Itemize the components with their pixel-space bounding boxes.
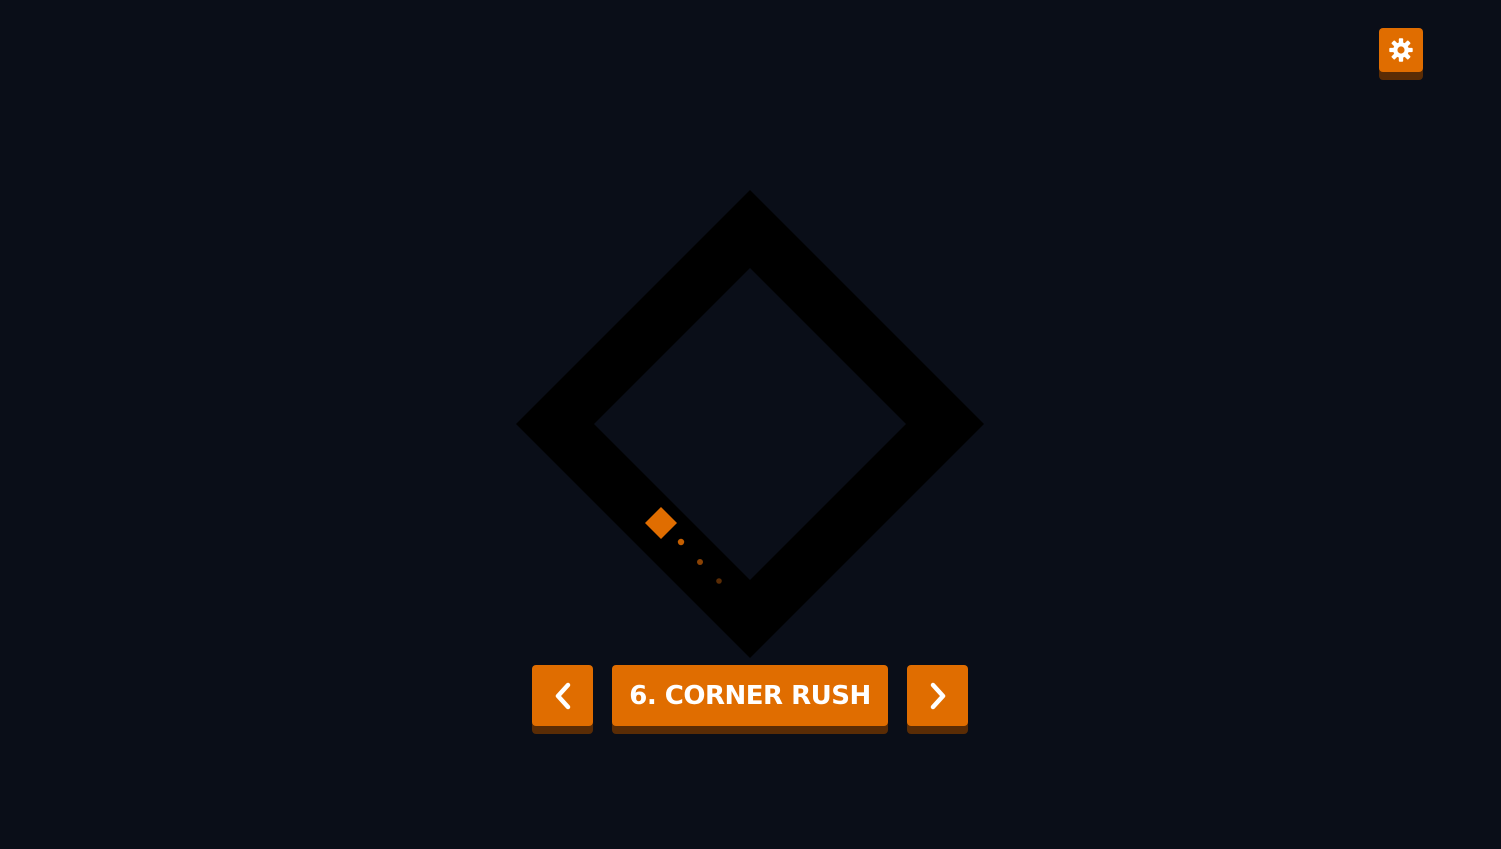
next-level-button[interactable] bbox=[907, 665, 968, 726]
level-title: 6. CORNER RUSH bbox=[629, 680, 871, 711]
chevron-left-icon bbox=[555, 682, 570, 709]
gear-icon bbox=[1389, 38, 1413, 62]
game-screen: 6. CORNER RUSH bbox=[0, 0, 1501, 849]
trail-dot bbox=[716, 578, 722, 584]
level-title-button[interactable]: 6. CORNER RUSH bbox=[612, 665, 888, 726]
trail-dot bbox=[697, 559, 703, 565]
chevron-right-icon bbox=[930, 682, 945, 709]
previous-level-button[interactable] bbox=[532, 665, 593, 726]
trail-dot bbox=[677, 538, 685, 546]
settings-button[interactable] bbox=[1379, 28, 1423, 72]
